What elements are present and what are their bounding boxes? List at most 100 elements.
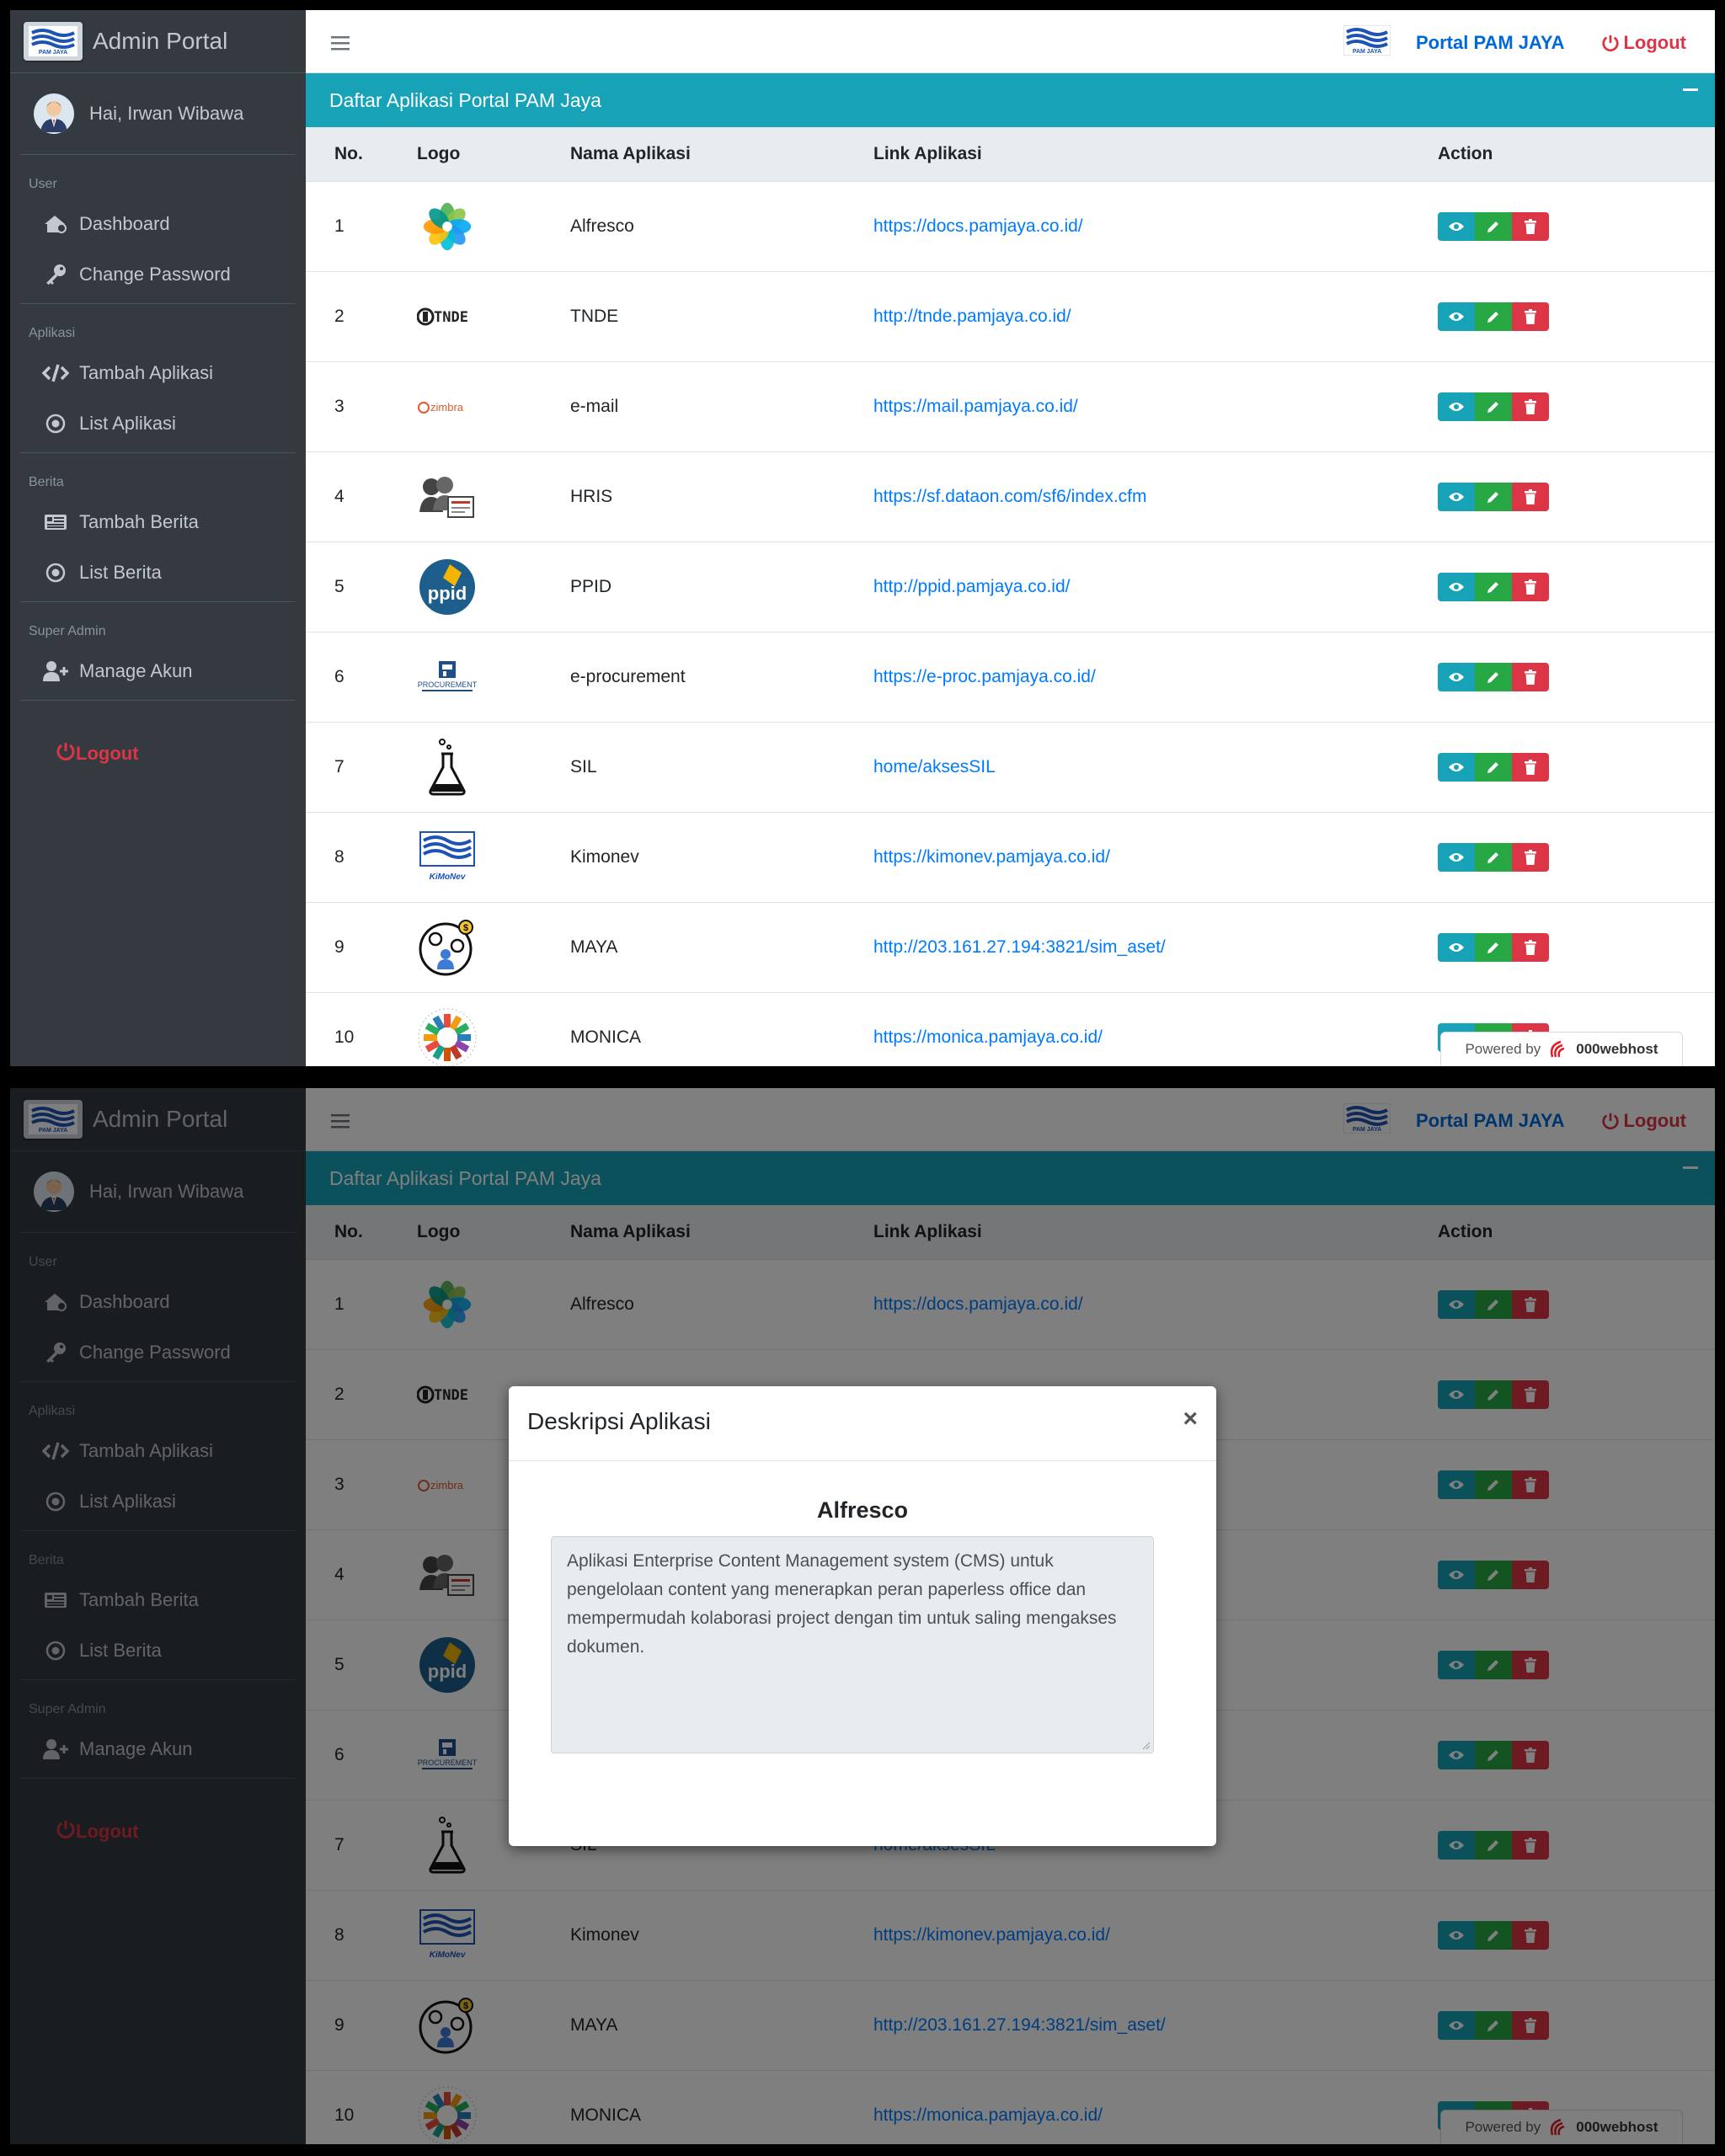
nav-item-tambah-aplikasi-label: Tambah Aplikasi [79, 362, 213, 383]
app-link[interactable]: http://tnde.pamjaya.co.id/ [873, 307, 1071, 326]
row-number: 1 [306, 180, 416, 271]
collapse-icon[interactable] [1683, 78, 1698, 104]
nav-item-manage-akun[interactable]: Manage Akun [10, 646, 306, 696]
view-button[interactable] [1438, 752, 1475, 782]
edit-button[interactable] [1475, 932, 1512, 962]
app-link[interactable]: http://203.161.27.194:3821/sim_aset/ [873, 937, 1166, 957]
delete-button[interactable] [1512, 572, 1549, 601]
app-name: e-mail [569, 360, 873, 451]
modal-title: Deskripsi Aplikasi [527, 1408, 711, 1434]
code-icon [42, 361, 69, 385]
maya-logo: $ [417, 917, 478, 978]
nav-item-manage-akun-label: Manage Akun [79, 660, 193, 681]
edit-button[interactable] [1475, 392, 1512, 421]
app-link[interactable]: home/aksesSIL [873, 757, 996, 776]
nav-item-change-password[interactable]: Change Password [10, 249, 306, 300]
svg-text:$: $ [463, 923, 468, 933]
nav-item-list-aplikasi[interactable]: List Aplikasi [10, 398, 306, 449]
nav-item-list-aplikasi-label: List Aplikasi [79, 413, 176, 434]
delete-button[interactable] [1512, 302, 1549, 331]
procurement-logo: PROCUREMENT [417, 647, 478, 707]
hamburger-menu-icon[interactable] [331, 30, 350, 56]
table-row: 2 TNDE TNDE http://tnde.pamjaya.co.id/ [306, 270, 1715, 361]
user-panel[interactable]: Hai, Irwan Wibawa [20, 73, 296, 155]
brand[interactable]: PAM JAYA Admin Portal [10, 10, 306, 73]
row-number: 4 [306, 451, 416, 542]
powered-by-badge[interactable]: Powered by 000webhost [1440, 1032, 1683, 1066]
table-row: 6 PROCUREMENT e-procurement https://e-pr… [306, 631, 1715, 722]
delete-button[interactable] [1512, 482, 1549, 511]
edit-button[interactable] [1475, 482, 1512, 511]
nav-item-tambah-aplikasi[interactable]: Tambah Aplikasi [10, 348, 306, 398]
app-link[interactable]: https://kimonev.pamjaya.co.id/ [873, 847, 1110, 867]
main-content: PAM JAYA Portal PAM JAYA Logout Daftar A… [306, 10, 1715, 1066]
view-button[interactable] [1438, 932, 1475, 962]
edit-button[interactable] [1475, 302, 1512, 331]
description-textarea[interactable]: Aplikasi Enterprise Content Management s… [551, 1536, 1154, 1753]
trash-icon [1525, 669, 1536, 685]
table-header-row: No. Logo Nama Aplikasi Link Aplikasi Act… [306, 127, 1715, 181]
app-name: Kimonev [569, 811, 873, 902]
user-greeting: Hai, Irwan Wibawa [89, 103, 244, 124]
svg-text:TNDE: TNDE [434, 309, 468, 326]
kimonev-logo: KiMoNev [417, 827, 478, 888]
nav-item-list-berita-label: List Berita [79, 562, 162, 583]
pencil-icon [1487, 581, 1498, 593]
delete-button[interactable] [1512, 932, 1549, 962]
view-button[interactable] [1438, 211, 1475, 241]
portal-pam-jaya-link[interactable]: Portal PAM JAYA [1416, 32, 1564, 54]
eye-icon [1449, 672, 1464, 681]
app-link[interactable]: https://mail.pamjaya.co.id/ [873, 397, 1078, 416]
table-row: 5 ppid PPID http://ppid.pamjaya.co.id/ [306, 541, 1715, 632]
row-number: 6 [306, 631, 416, 722]
delete-button[interactable] [1512, 662, 1549, 691]
eye-icon [1449, 942, 1464, 952]
edit-button[interactable] [1475, 572, 1512, 601]
avatar [34, 93, 74, 134]
nav-item-dashboard[interactable]: Dashboard [10, 199, 306, 249]
top-navbar: PAM JAYA Portal PAM JAYA Logout [306, 10, 1715, 73]
svg-text:KiMoNev: KiMoNev [430, 873, 467, 882]
row-number: 3 [306, 360, 416, 451]
delete-button[interactable] [1512, 752, 1549, 782]
app-name: MAYA [569, 901, 873, 992]
row-actions [1438, 752, 1714, 782]
app-link[interactable]: https://e-proc.pamjaya.co.id/ [873, 667, 1096, 686]
row-actions [1438, 572, 1714, 601]
topbar-logout-button[interactable]: Logout [1601, 32, 1686, 54]
edit-button[interactable] [1475, 842, 1512, 872]
col-logo: Logo [417, 143, 461, 163]
view-button[interactable] [1438, 572, 1475, 601]
delete-button[interactable] [1512, 211, 1549, 241]
view-button[interactable] [1438, 302, 1475, 331]
table-row: 1 Alfresco https://docs.pamjaya.co.id/ [306, 180, 1715, 271]
view-button[interactable] [1438, 392, 1475, 421]
edit-button[interactable] [1475, 211, 1512, 241]
row-number: 2 [306, 270, 416, 361]
circle-dot-icon [42, 561, 69, 584]
view-button[interactable] [1438, 662, 1475, 691]
view-button[interactable] [1438, 482, 1475, 511]
trash-icon [1525, 759, 1536, 775]
app-link[interactable]: https://docs.pamjaya.co.id/ [873, 216, 1083, 236]
edit-button[interactable] [1475, 752, 1512, 782]
view-button[interactable] [1438, 842, 1475, 872]
pencil-icon [1487, 942, 1498, 953]
app-link[interactable]: http://ppid.pamjaya.co.id/ [873, 577, 1070, 596]
edit-button[interactable] [1475, 662, 1512, 691]
row-number: 10 [306, 991, 416, 1066]
nav-item-tambah-berita[interactable]: Tambah Berita [10, 497, 306, 547]
app-link[interactable]: https://monica.pamjaya.co.id/ [873, 1027, 1103, 1047]
description-modal: Deskripsi Aplikasi × Alfresco Aplikasi E… [509, 1386, 1216, 1846]
nav-item-list-berita[interactable]: List Berita [10, 547, 306, 598]
delete-button[interactable] [1512, 392, 1549, 421]
close-icon[interactable]: × [1183, 1405, 1198, 1433]
eye-icon [1449, 852, 1464, 862]
sidebar-logout-button[interactable]: Logout [10, 701, 306, 766]
app-link[interactable]: https://sf.dataon.com/sf6/index.cfm [873, 487, 1147, 506]
power-icon [1602, 35, 1620, 51]
eye-icon [1449, 312, 1464, 321]
delete-button[interactable] [1512, 842, 1549, 872]
row-actions [1438, 482, 1714, 511]
app-name: PPID [569, 541, 873, 632]
